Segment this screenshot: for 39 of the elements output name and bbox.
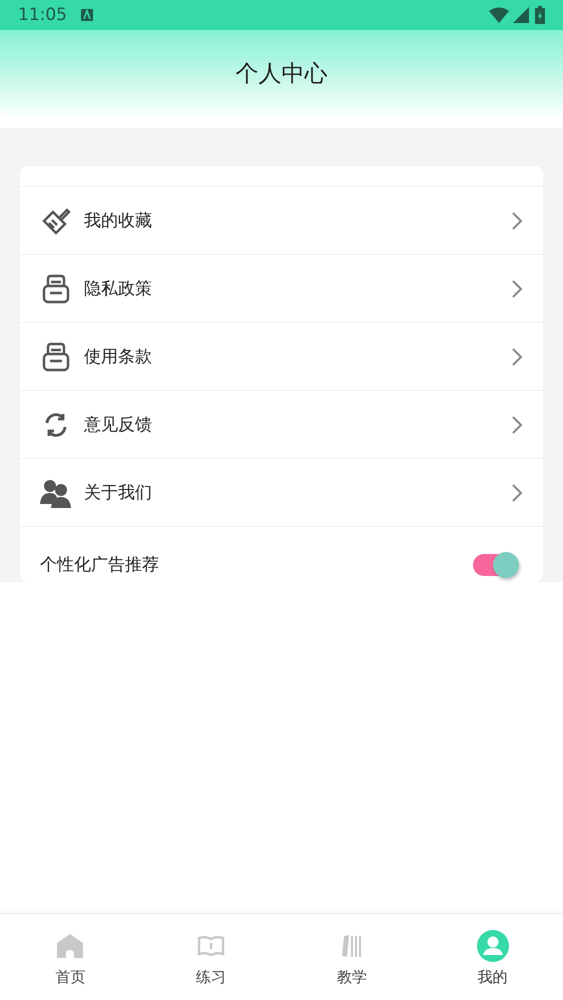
people-icon	[40, 478, 72, 508]
status-time: 11:05	[18, 5, 67, 25]
menu-item[interactable]: 关于我们	[20, 458, 543, 526]
nav-label: 首页	[55, 968, 86, 987]
setting-label: 个性化广告推荐	[40, 554, 160, 576]
tray-icon	[41, 342, 71, 372]
menu-label: 意见反馈	[84, 414, 153, 436]
menu-label: 使用条款	[84, 346, 153, 368]
menu-item[interactable]: 我的收藏	[20, 186, 543, 254]
chevron-icon	[511, 414, 523, 434]
nav-label: 我的	[478, 968, 508, 987]
nav-label: 练习	[196, 968, 226, 987]
toggle-switch[interactable]	[473, 552, 519, 576]
menu-item[interactable]: 意见反馈	[20, 390, 543, 458]
nav-label: 教学	[336, 968, 367, 987]
menu-label: 隐私政策	[84, 278, 153, 300]
keyboard-icon	[81, 9, 93, 21]
nav-tab[interactable]: 练习	[140, 914, 282, 1000]
nav-tab[interactable]: 首页	[0, 914, 141, 1000]
chevron-icon	[511, 210, 523, 230]
chevron-icon	[511, 346, 523, 366]
nav-tab[interactable]: 我的	[422, 914, 563, 1000]
user-avatar-icon	[476, 930, 509, 962]
menu-label: 我的收藏	[84, 210, 153, 232]
chevron-icon	[511, 482, 523, 502]
signal-icon	[513, 7, 529, 23]
home-icon	[56, 933, 84, 959]
nav-tab[interactable]: 教学	[282, 914, 422, 1000]
book-icon	[197, 935, 226, 957]
tray-icon	[41, 274, 71, 304]
menu-label: 关于我们	[84, 482, 153, 504]
wifi-icon	[489, 7, 509, 23]
menu-item[interactable]: 使用条款	[20, 322, 543, 390]
brush-icon	[41, 206, 71, 236]
chevron-icon	[511, 278, 523, 298]
page-title: 个人中心	[236, 60, 328, 88]
menu-item[interactable]: 隐私政策	[20, 254, 543, 322]
battery-icon	[535, 6, 545, 24]
books-icon	[340, 934, 363, 958]
